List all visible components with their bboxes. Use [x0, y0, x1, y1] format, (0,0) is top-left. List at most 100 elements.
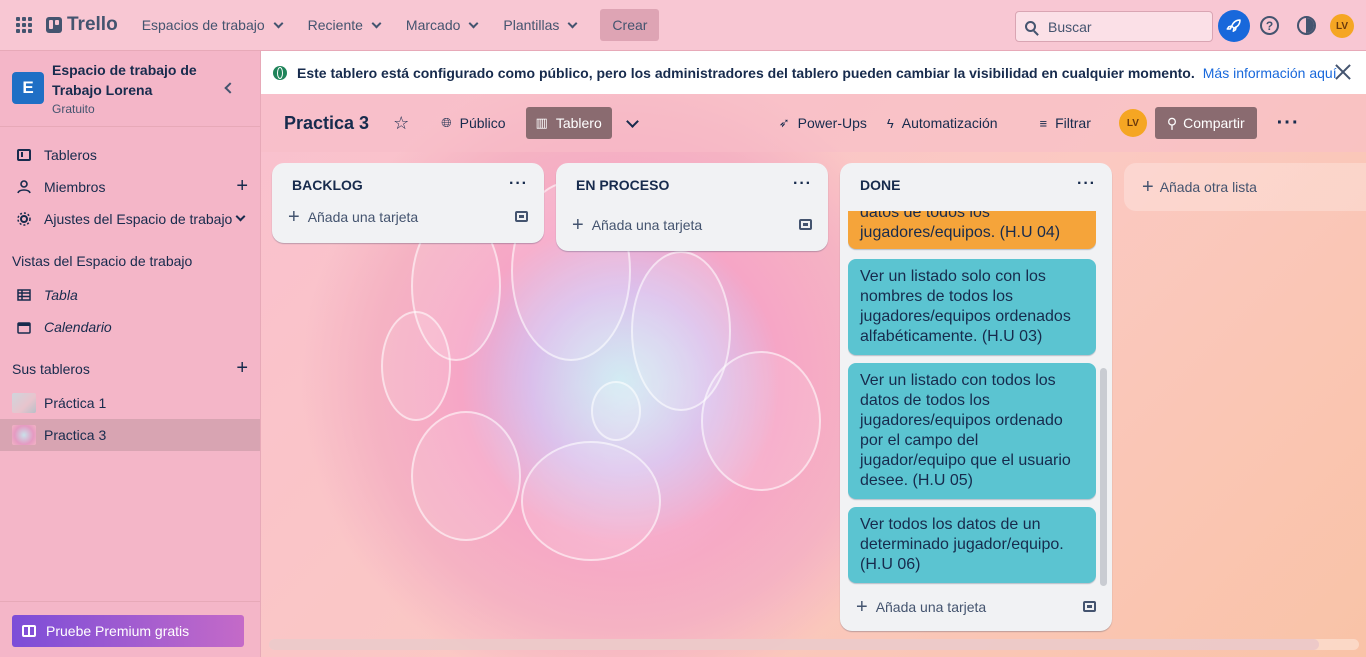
chevron-down-icon	[468, 18, 479, 28]
nav-recent[interactable]: Reciente	[298, 9, 390, 41]
powerups-label: Power-Ups	[797, 115, 867, 131]
list-header[interactable]: DONE ···	[840, 163, 1112, 207]
sidebar-item-table-view[interactable]: Tabla	[0, 279, 260, 311]
theme-toggle-icon[interactable]	[1297, 16, 1316, 35]
rocket-icon: ➶	[778, 115, 790, 130]
table-icon	[16, 289, 32, 301]
sidebar: E Espacio de trabajo de Trabajo Lorena G…	[0, 51, 261, 657]
share-button[interactable]: ⚲ Compartir	[1154, 107, 1257, 139]
list-title: DONE	[860, 177, 901, 193]
list-title: BACKLOG	[292, 177, 363, 193]
try-premium-label: Pruebe Premium gratis	[46, 623, 190, 639]
add-member-icon[interactable]: +	[236, 176, 248, 196]
sidebar-item-members[interactable]: Miembros +	[0, 171, 260, 203]
nav-workspaces[interactable]: Espacios de trabajo	[132, 9, 292, 41]
nav-starred[interactable]: Marcado	[396, 9, 487, 41]
nav-recent-label: Reciente	[307, 17, 363, 33]
card[interactable]: Ver un listado con todos los datos de to…	[848, 363, 1096, 499]
sidebar-board-practica-3[interactable]: Practica 3	[0, 419, 260, 451]
add-list-button[interactable]: + Añada otra lista	[1124, 163, 1366, 211]
nav-templates-label: Plantillas	[503, 17, 560, 33]
card-template-icon[interactable]	[1083, 601, 1096, 612]
background-art	[381, 311, 451, 421]
list-menu-icon[interactable]: ···	[793, 175, 812, 193]
add-card-button[interactable]: + Añada una tarjeta	[272, 201, 544, 233]
card[interactable]: Ver todos los datos de un determinado ju…	[848, 507, 1096, 583]
public-board-banner: Este tablero está configurado como públi…	[261, 51, 1366, 94]
list-menu-icon[interactable]: ···	[509, 175, 528, 193]
board-header: Practica 3 ☆ 🌐︎ Público ▥ Tablero ➶ Powe…	[261, 94, 1366, 152]
list-header[interactable]: EN PROCESO ···	[556, 163, 828, 207]
sidebar-item-settings[interactable]: Ajustes del Espacio de trabajo	[0, 203, 260, 235]
card-text: Ver todos los datos de un determinado ju…	[860, 516, 1064, 573]
member-avatar[interactable]: LV	[1118, 109, 1147, 137]
filter-button[interactable]: ≡ Filtrar	[1030, 107, 1101, 139]
board-horizontal-scrollbar[interactable]	[269, 639, 1359, 650]
collapse-sidebar-icon[interactable]	[224, 82, 236, 94]
sidebar-item-label: Ajustes del Espacio de trabajo	[44, 211, 233, 227]
add-board-icon[interactable]: +	[236, 358, 248, 378]
chevron-down-icon	[567, 18, 578, 28]
app-switcher-icon[interactable]	[16, 17, 32, 33]
background-art	[411, 411, 521, 541]
add-card-button[interactable]: + Añada una tarjeta	[556, 209, 828, 241]
plus-icon: +	[856, 596, 868, 618]
close-icon[interactable]	[1334, 63, 1352, 81]
sidebar-item-calendar-view[interactable]: Calendario	[0, 311, 260, 343]
rocket-glyph	[1226, 19, 1241, 32]
share-label: Compartir	[1183, 115, 1245, 131]
background-art	[591, 381, 641, 441]
globe-icon	[273, 65, 287, 80]
add-card-button[interactable]: + Añada una tarjeta	[840, 591, 1112, 623]
try-premium-button[interactable]: Pruebe Premium gratis	[12, 615, 244, 647]
filter-label: Filtrar	[1055, 115, 1091, 131]
background-art	[521, 441, 661, 561]
boards-section-title: Sus tableros +	[0, 351, 260, 387]
help-icon[interactable]: ?	[1260, 16, 1279, 35]
add-card-label: Añada una tarjeta	[307, 209, 419, 225]
list-in-progress: EN PROCESO ··· + Añada una tarjeta	[556, 163, 828, 251]
more-options-icon[interactable]: ···	[1277, 112, 1300, 135]
visibility-button[interactable]: 🌐︎ Público	[431, 107, 515, 139]
chevron-down-icon	[371, 18, 382, 28]
chevron-down-icon[interactable]	[625, 114, 639, 128]
trello-logo[interactable]: Trello	[46, 14, 118, 36]
nav-workspaces-label: Espacios de trabajo	[141, 17, 265, 33]
chevron-down-icon	[235, 211, 246, 222]
user-avatar[interactable]: LV	[1330, 14, 1354, 38]
search-input[interactable]	[1048, 18, 1198, 35]
card[interactable]: Ver un listado solo con los nombres de t…	[848, 259, 1096, 355]
plus-icon: +	[288, 206, 300, 228]
top-navigation-bar: Trello Espacios de trabajo Reciente Marc…	[0, 0, 1366, 51]
sidebar-item-boards[interactable]: Tableros	[0, 139, 260, 171]
chevron-down-icon	[273, 18, 284, 28]
list-menu-icon[interactable]: ···	[1077, 175, 1096, 193]
workspace-badge: E	[12, 72, 44, 104]
workspace-name[interactable]: Espacio de trabajo de Trabajo Lorena	[52, 60, 202, 100]
learn-more-link[interactable]: Más información aquí	[1203, 65, 1337, 81]
sidebar-board-label: Práctica 1	[44, 395, 107, 411]
search-box[interactable]	[1015, 11, 1213, 42]
card-template-icon[interactable]	[799, 219, 812, 230]
gift-icon	[22, 625, 36, 637]
list-scrollbar[interactable]	[1100, 368, 1107, 586]
list-backlog: BACKLOG ··· + Añada una tarjeta	[272, 163, 544, 243]
plus-icon: +	[572, 214, 584, 236]
star-icon[interactable]: ☆	[393, 113, 409, 134]
create-button[interactable]: Crear	[600, 9, 660, 41]
sidebar-board-practica-1[interactable]: Práctica 1	[0, 387, 260, 419]
rocket-icon[interactable]	[1218, 10, 1250, 42]
powerups-button[interactable]: ➶ Power-Ups	[769, 107, 877, 139]
board-view-button[interactable]: ▥ Tablero	[525, 107, 612, 139]
automation-button[interactable]: ϟ Automatización	[877, 107, 1008, 139]
nav-templates[interactable]: Plantillas	[493, 9, 586, 41]
banner-text: Este tablero está configurado como públi…	[297, 64, 1195, 81]
board-title[interactable]: Practica 3	[284, 113, 369, 134]
card-template-icon[interactable]	[515, 211, 528, 222]
card-text: datos de todos los jugadores/equipos. (H…	[860, 211, 1061, 241]
board-thumbnail	[12, 425, 36, 445]
card[interactable]: datos de todos los jugadores/equipos. (H…	[848, 211, 1096, 249]
search-icon	[1025, 21, 1036, 32]
background-art	[701, 351, 821, 491]
add-person-icon: ⚲	[1166, 114, 1178, 131]
